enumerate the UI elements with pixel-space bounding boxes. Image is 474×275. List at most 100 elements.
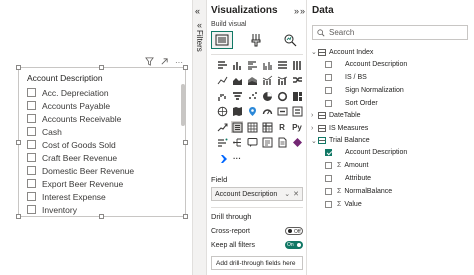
filled-map-icon[interactable] — [231, 106, 243, 118]
azure-map-icon[interactable] — [246, 106, 258, 118]
slicer-item[interactable]: Cash — [27, 125, 177, 138]
field-checkbox[interactable] — [325, 200, 332, 208]
slicer-item[interactable]: Cost of Goods Sold — [27, 138, 177, 151]
resize-handle[interactable] — [183, 214, 188, 219]
field-checkbox[interactable] — [325, 162, 332, 170]
ribbon-chart-icon[interactable] — [291, 75, 303, 87]
map-icon[interactable] — [216, 106, 228, 118]
table-node[interactable]: ⌄ Account Index — [311, 46, 373, 58]
resize-handle[interactable] — [183, 65, 188, 70]
table-node[interactable]: › DateTable — [311, 110, 361, 122]
clustered-bar-chart-icon[interactable] — [246, 59, 258, 71]
collapse-data-chevron-icon[interactable]: » — [300, 6, 305, 16]
report-canvas[interactable]: ··· Account Description Acc. Depreciatio… — [0, 0, 192, 275]
slicer-item[interactable]: Acc. Depreciation — [27, 86, 177, 99]
expand-chevron-icon[interactable]: « — [197, 20, 202, 30]
table-node[interactable]: ⌄ Trial Balance — [311, 135, 370, 147]
build-visual-icon[interactable] — [211, 31, 233, 49]
field-node[interactable]: IS / BS — [325, 71, 367, 83]
field-node[interactable]: Σ Value — [325, 198, 362, 210]
multi-row-card-icon[interactable] — [291, 106, 303, 118]
field-checkbox[interactable] — [325, 175, 332, 183]
analytics-icon[interactable] — [279, 31, 301, 49]
resize-handle[interactable] — [16, 65, 21, 70]
table-node[interactable]: › IS Measures — [311, 122, 368, 134]
python-visual-icon[interactable]: Py — [291, 121, 303, 133]
chevron-down-icon[interactable]: ⌄ — [311, 48, 318, 56]
100-stacked-bar-chart-icon[interactable] — [276, 59, 288, 71]
slicer-item[interactable]: Interest Expense — [27, 190, 177, 203]
stacked-area-chart-icon[interactable] — [246, 75, 258, 87]
field-checkbox[interactable] — [325, 99, 332, 107]
field-node[interactable]: Account Description — [325, 147, 407, 159]
field-checkbox[interactable] — [325, 60, 332, 68]
funnel-chart-icon[interactable] — [231, 90, 243, 102]
slicer-checkbox[interactable] — [27, 166, 36, 175]
area-chart-icon[interactable] — [231, 75, 243, 87]
field-well[interactable]: Account Description ⌄ ✕ — [211, 187, 303, 201]
slicer-checkbox[interactable] — [27, 101, 36, 110]
pie-chart-icon[interactable] — [261, 90, 273, 102]
filters-pane-collapsed[interactable]: « Filters — [192, 0, 207, 275]
cross-report-toggle[interactable]: Off — [285, 227, 303, 235]
add-drill-through-fields-dropzone[interactable]: Add drill-through fields here — [211, 256, 303, 270]
field-node[interactable]: Σ Amount — [325, 160, 368, 172]
field-checkbox[interactable] — [325, 188, 332, 195]
remove-field-icon[interactable]: ✕ — [293, 190, 299, 198]
keep-all-filters-toggle[interactable]: On — [285, 241, 303, 249]
slicer-checkbox[interactable] — [27, 127, 36, 136]
stacked-bar-chart-icon[interactable] — [216, 59, 228, 71]
field-node[interactable]: Sort Order — [325, 97, 378, 109]
slicer-checkbox[interactable] — [27, 192, 36, 201]
line-stacked-column-chart-icon[interactable] — [276, 75, 288, 87]
resize-handle[interactable] — [16, 140, 21, 145]
key-influencers-icon[interactable] — [216, 137, 228, 149]
slicer-item[interactable]: Accounts Payable — [27, 99, 177, 112]
slicer-item[interactable]: Domestic Beer Revenue — [27, 164, 177, 177]
resize-handle[interactable] — [183, 140, 188, 145]
qa-icon[interactable] — [246, 137, 258, 149]
treemap-icon[interactable] — [291, 90, 303, 102]
field-checkbox[interactable] — [325, 86, 332, 94]
expand-filters-chevron-icon[interactable]: « — [195, 6, 200, 16]
kpi-icon[interactable] — [216, 121, 228, 133]
r-visual-icon[interactable]: R — [276, 121, 288, 133]
line-clustered-column-chart-icon[interactable] — [261, 75, 273, 87]
slicer-scrollbar[interactable] — [181, 84, 185, 126]
slicer-checkbox[interactable] — [27, 140, 36, 149]
search-input[interactable]: Search — [312, 25, 468, 40]
donut-chart-icon[interactable] — [276, 90, 288, 102]
field-checkbox[interactable] — [325, 149, 332, 157]
field-checkbox[interactable] — [325, 73, 332, 81]
slicer-visual[interactable]: Account Description Acc. Depreciation Acc… — [16, 65, 188, 219]
table-icon[interactable] — [246, 121, 258, 133]
paginated-report-icon[interactable] — [276, 137, 288, 149]
line-chart-icon[interactable] — [216, 75, 228, 87]
decomposition-tree-icon[interactable] — [231, 137, 243, 149]
gauge-icon[interactable] — [261, 106, 273, 118]
smart-narrative-icon[interactable] — [261, 137, 273, 149]
scatter-chart-icon[interactable] — [246, 90, 258, 102]
slicer-checkbox[interactable] — [27, 205, 36, 214]
filters-label[interactable]: Filters — [195, 30, 204, 52]
clustered-column-chart-icon[interactable] — [261, 59, 273, 71]
slicer-item[interactable]: Inventory — [27, 203, 177, 216]
slicer-item[interactable]: Export Beer Revenue — [27, 177, 177, 190]
stacked-column-chart-icon[interactable] — [231, 59, 243, 71]
slicer-icon[interactable] — [231, 121, 243, 133]
100-stacked-column-chart-icon[interactable] — [291, 59, 303, 71]
slicer-checkbox[interactable] — [27, 179, 36, 188]
field-node[interactable]: Sign Normalization — [325, 84, 404, 96]
slicer-checkbox[interactable] — [27, 88, 36, 97]
slicer-checkbox[interactable] — [27, 153, 36, 162]
power-automate-icon[interactable] — [216, 152, 228, 164]
more-visuals-icon[interactable]: ··· — [231, 152, 243, 164]
field-node[interactable]: Account Description — [325, 58, 407, 70]
collapse-visualizations-chevron-icon[interactable]: » — [294, 6, 299, 16]
slicer-checkbox[interactable] — [27, 114, 36, 123]
dropdown-chevron-icon[interactable]: ⌄ — [284, 190, 290, 198]
chevron-down-icon[interactable]: ⌄ — [311, 137, 318, 145]
waterfall-chart-icon[interactable] — [216, 90, 228, 102]
resize-handle[interactable] — [99, 65, 104, 70]
format-visual-icon[interactable] — [245, 31, 267, 49]
